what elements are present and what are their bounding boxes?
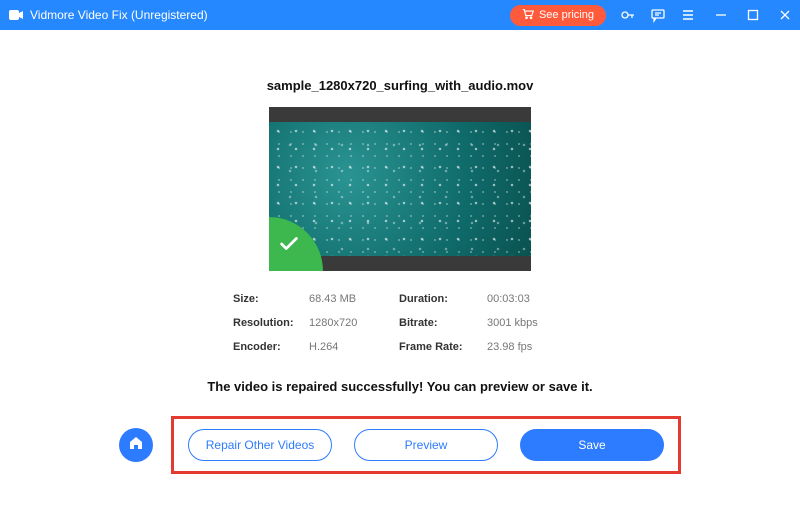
action-row: Repair Other Videos Preview Save: [119, 416, 681, 474]
minimize-button[interactable]: [714, 8, 728, 22]
resolution-value: 1280x720: [309, 317, 389, 329]
preview-button[interactable]: Preview: [354, 429, 498, 461]
size-value: 68.43 MB: [309, 293, 389, 305]
bitrate-value: 3001 kbps: [487, 317, 567, 329]
titlebar-left: Vidmore Video Fix (Unregistered): [8, 7, 208, 23]
framerate-label: Frame Rate:: [399, 341, 477, 353]
framerate-value: 23.98 fps: [487, 341, 567, 353]
save-label: Save: [578, 438, 605, 452]
titlebar: Vidmore Video Fix (Unregistered) See pri…: [0, 0, 800, 30]
duration-label: Duration:: [399, 293, 477, 305]
menu-icon[interactable]: [680, 7, 696, 23]
titlebar-icons: [620, 7, 696, 23]
encoder-value: H.264: [309, 341, 389, 353]
see-pricing-button[interactable]: See pricing: [510, 5, 606, 26]
checkmark-icon: [278, 233, 300, 260]
video-metadata: Size: 68.43 MB Duration: 00:03:03 Resolu…: [233, 293, 567, 353]
feedback-icon[interactable]: [650, 7, 666, 23]
save-button[interactable]: Save: [520, 429, 664, 461]
duration-value: 00:03:03: [487, 293, 567, 305]
success-badge: [269, 217, 323, 271]
resolution-label: Resolution:: [233, 317, 299, 329]
repair-other-button[interactable]: Repair Other Videos: [188, 429, 332, 461]
action-button-group: Repair Other Videos Preview Save: [171, 416, 681, 474]
window-controls: [714, 8, 792, 22]
repair-other-label: Repair Other Videos: [206, 438, 315, 452]
main-content: sample_1280x720_surfing_with_audio.mov S…: [0, 30, 800, 474]
preview-label: Preview: [405, 438, 448, 452]
encoder-label: Encoder:: [233, 341, 299, 353]
maximize-button[interactable]: [746, 8, 760, 22]
filename-label: sample_1280x720_surfing_with_audio.mov: [267, 78, 534, 93]
home-icon: [128, 435, 144, 456]
size-label: Size:: [233, 293, 299, 305]
app-logo-icon: [8, 7, 24, 23]
home-button[interactable]: [119, 428, 153, 462]
see-pricing-label: See pricing: [539, 9, 594, 21]
status-message: The video is repaired successfully! You …: [207, 379, 592, 394]
key-icon[interactable]: [620, 7, 636, 23]
video-thumbnail: [269, 107, 531, 271]
app-title: Vidmore Video Fix (Unregistered): [30, 8, 208, 22]
bitrate-label: Bitrate:: [399, 317, 477, 329]
cart-icon: [522, 8, 534, 23]
close-button[interactable]: [778, 8, 792, 22]
